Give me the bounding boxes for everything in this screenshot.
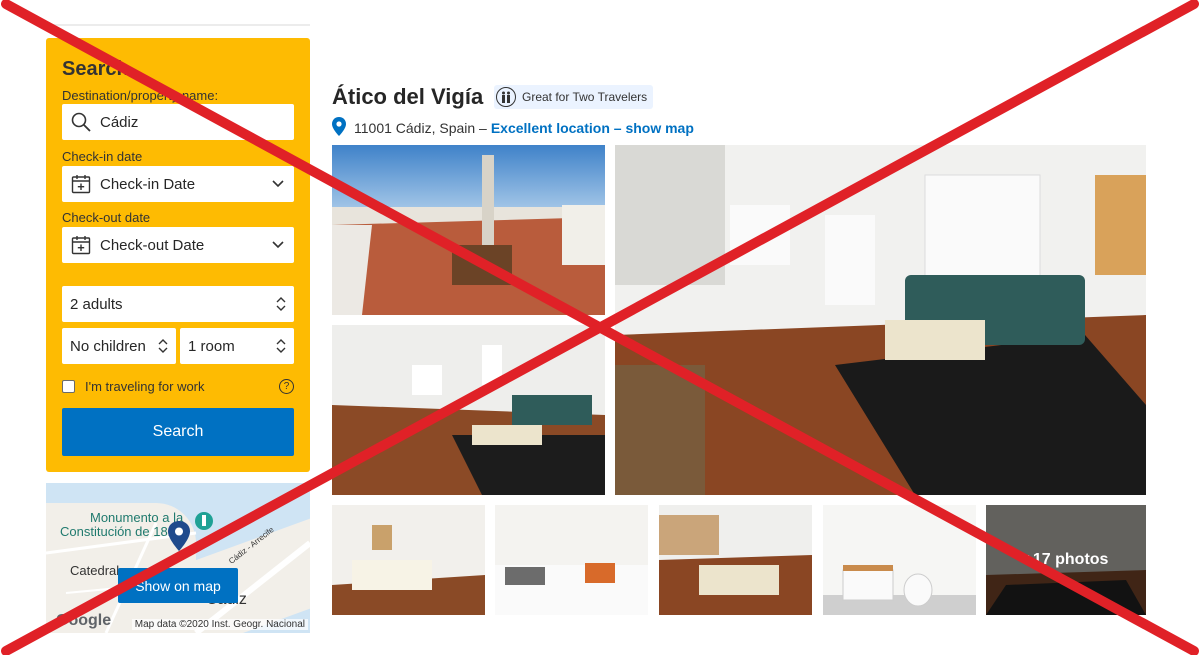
photo-terrace[interactable]: [332, 145, 605, 315]
location-pin-icon: [332, 117, 346, 139]
updown-icon: [276, 297, 286, 311]
calendar-icon: [70, 234, 92, 256]
search-panel: Search Destination/property name: Cádiz …: [46, 38, 310, 472]
photo-dining[interactable]: [659, 505, 812, 615]
destination-input[interactable]: Cádiz: [62, 104, 294, 140]
photo-bedroom-1[interactable]: [332, 505, 485, 615]
photo-bathroom[interactable]: [823, 505, 976, 615]
work-travel-row: I'm traveling for work ?: [62, 379, 294, 394]
address-text: 11001 Cádiz, Spain –: [354, 120, 487, 136]
adults-value: 2 adults: [70, 295, 123, 313]
great-for-two-badge: Great for Two Travelers: [494, 85, 654, 109]
checkin-label: Check-in date: [62, 149, 143, 164]
show-map-link[interactable]: Excellent location – show map: [491, 120, 694, 136]
search-title: Search: [62, 58, 129, 80]
divider: [46, 24, 310, 26]
work-travel-label: I'm traveling for work: [85, 379, 205, 394]
updown-icon: [158, 339, 168, 353]
updown-icon: [276, 339, 286, 353]
destination-label: Destination/property name:: [62, 88, 219, 103]
children-select[interactable]: No children: [62, 328, 176, 364]
help-icon[interactable]: ?: [279, 379, 294, 394]
checkin-field[interactable]: Check-in Date: [62, 166, 294, 202]
more-photos-tile[interactable]: +17 photos: [986, 505, 1146, 615]
photo-living-room[interactable]: [332, 325, 605, 495]
search-icon: [70, 111, 92, 133]
photo-bedroom-2[interactable]: [495, 505, 648, 615]
rooms-select[interactable]: 1 room: [180, 328, 294, 364]
chevron-down-icon: [270, 237, 286, 253]
chevron-down-icon: [270, 176, 286, 192]
monument-marker-icon: [194, 511, 214, 536]
two-people-icon: [496, 87, 516, 107]
photo-main[interactable]: [615, 145, 1146, 495]
calendar-icon: [70, 173, 92, 195]
checkout-field[interactable]: Check-out Date: [62, 227, 294, 263]
property-title: Ático del Vigía: [332, 84, 484, 109]
page: Search Destination/property name: Cádiz …: [0, 0, 1200, 655]
children-value: No children: [70, 337, 146, 355]
destination-value: Cádiz: [100, 113, 139, 131]
rooms-value: 1 room: [188, 337, 235, 355]
map-attribution: Map data ©2020 Inst. Geogr. Nacional: [131, 619, 308, 630]
work-travel-checkbox[interactable]: [62, 380, 75, 393]
search-button[interactable]: Search: [62, 408, 294, 456]
adults-select[interactable]: 2 adults: [62, 286, 294, 322]
checkin-value: Check-in Date: [100, 175, 196, 193]
map-label-monument-2: Constitución de 1812: [60, 524, 183, 539]
map-label-cathedral: Catedral: [70, 563, 120, 578]
map-roads: [46, 522, 310, 633]
checkout-value: Check-out Date: [100, 236, 205, 254]
more-photos-label: +17 photos: [1023, 551, 1109, 568]
badge-label: Great for Two Travelers: [522, 90, 648, 104]
checkout-label: Check-out date: [62, 210, 151, 225]
google-logo: Google: [56, 612, 112, 629]
map-pin-icon: [168, 521, 190, 556]
address-line: 11001 Cádiz, Spain – Excellent location …: [332, 117, 694, 139]
show-on-map-button[interactable]: Show on map: [118, 568, 238, 603]
map-preview[interactable]: Monumento a la Constitución de 1812 Cate…: [46, 483, 310, 633]
